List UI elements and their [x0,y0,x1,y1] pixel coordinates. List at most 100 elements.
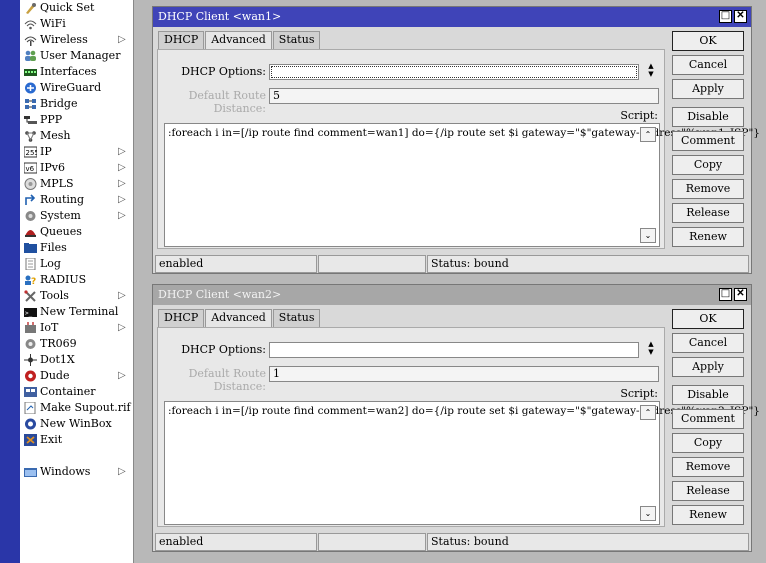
menu-item[interactable]: User Manager [20,48,133,64]
scroll-up-icon[interactable]: ⌃ [640,127,656,142]
ok-button[interactable]: OK [672,31,744,51]
script-textarea[interactable]: :foreach i in=[/ip route find comment=wa… [164,401,760,525]
menu-item[interactable]: PPP [20,112,133,128]
cancel-button[interactable]: Cancel [672,333,744,353]
dhcp-client-window: DHCP Client <wan1> □ ✕ DHCP Advanced Status DH… [152,6,760,274]
svg-text:255: 255 [26,149,38,157]
tab-status[interactable]: Status [272,31,321,49]
menu-item[interactable]: Wireless ▷ [20,32,133,48]
menu-item-label: MPLS [40,177,74,190]
scroll-up-icon[interactable]: ⌃ [640,405,656,420]
menu-item-label: Windows [40,465,91,478]
menu-item[interactable]: Windows ▷ [20,464,133,480]
menu-item-label: System [40,209,81,222]
release-button[interactable]: Release [672,203,744,223]
menu-item[interactable]: >_ New Terminal [20,304,133,320]
menu-item[interactable]: Dude ▷ [20,368,133,384]
menu-item[interactable]: Files [20,240,133,256]
apply-button[interactable]: Apply [672,79,744,99]
menu-item[interactable]: Bridge [20,96,133,112]
renew-button[interactable]: Renew [672,505,744,525]
menu-item[interactable]: New WinBox [20,416,133,432]
updown-icon[interactable]: ▲ ▼ [645,340,657,358]
menu-item[interactable]: WireGuard [20,80,133,96]
disable-button[interactable]: Disable [672,385,744,405]
submenu-arrow-icon: ▷ [118,466,126,477]
menu-item[interactable]: Routing ▷ [20,192,133,208]
close-icon[interactable]: ✕ [734,10,747,23]
dot1x-icon [24,354,37,366]
menu-item[interactable]: Exit [20,432,133,448]
comment-button[interactable]: Comment [672,409,744,429]
window-titlebar[interactable]: DHCP Client <wan1> □ ✕ [153,7,751,27]
tab-status[interactable]: Status [272,309,321,327]
wifi-icon [24,18,37,30]
menu-item[interactable]: Log [20,256,133,272]
cancel-button[interactable]: Cancel [672,55,744,75]
ok-button[interactable]: OK [672,309,744,329]
tab-advanced[interactable]: Advanced [205,31,272,49]
supout-icon [24,401,37,415]
menu-item[interactable]: Container [20,384,133,400]
dhcp-options-field[interactable] [269,342,639,358]
scroll-down-icon[interactable]: ⌄ [640,228,656,243]
system-icon [24,210,37,222]
tab-bar: DHCP Advanced Status [158,309,321,327]
script-textarea[interactable]: :foreach i in=[/ip route find comment=wa… [164,123,760,247]
updown-icon[interactable]: ▲ ▼ [645,62,657,80]
window-title: DHCP Client <wan2> [158,288,282,301]
menu-item[interactable]: v6 IPv6 ▷ [20,160,133,176]
remove-button[interactable]: Remove [672,457,744,477]
comment-button[interactable]: Comment [672,131,744,151]
menu-item-label: User Manager [40,49,121,62]
default-route-distance-field[interactable]: 5 [269,88,659,104]
menu-item[interactable]: Tools ▷ [20,288,133,304]
menu-item-label: Wireless [40,33,88,46]
scroll-down-icon[interactable]: ⌄ [640,506,656,521]
menu-item[interactable]: IoT ▷ [20,320,133,336]
menu-item-label: Tools [40,289,69,302]
tab-advanced[interactable]: Advanced [205,309,272,327]
maximize-icon[interactable]: □ [719,10,732,23]
menu-item[interactable]: TR069 [20,336,133,352]
menu-item-label: New WinBox [40,417,112,430]
close-icon[interactable]: ✕ [734,288,747,301]
remove-button[interactable]: Remove [672,179,744,199]
menu-item-label: Queues [40,225,82,238]
maximize-icon[interactable]: □ [719,288,732,301]
script-label: Script: [620,387,658,400]
menu-item-label: Log [40,257,61,270]
menu-item[interactable]: Queues [20,224,133,240]
copy-button[interactable]: Copy [672,433,744,453]
tab-dhcp[interactable]: DHCP [158,309,205,327]
window-titlebar[interactable]: DHCP Client <wan2> □ ✕ [153,285,751,305]
menu-item[interactable]: WiFi [20,16,133,32]
submenu-arrow-icon: ▷ [118,370,126,381]
dhcp-client-window: DHCP Client <wan2> □ ✕ DHCP Advanced Status DH… [152,284,760,552]
dhcp-options-label: DHCP Options: [181,65,266,78]
menu-item[interactable]: Make Supout.rif [20,400,133,416]
menu-item[interactable]: Interfaces [20,64,133,80]
default-route-distance-field[interactable]: 1 [269,366,659,382]
copy-button[interactable]: Copy [672,155,744,175]
menu-item[interactable]: Quick Set [20,0,133,16]
tab-dhcp[interactable]: DHCP [158,31,205,49]
dhcp-options-field[interactable] [269,64,639,80]
wireguard-icon [24,82,37,94]
menu-item[interactable]: System ▷ [20,208,133,224]
release-button[interactable]: Release [672,481,744,501]
menu-item[interactable]: Mesh [20,128,133,144]
disable-button[interactable]: Disable [672,107,744,127]
windows-icon [24,466,37,478]
menu-item[interactable]: 255 IP ▷ [20,144,133,160]
sidebar-strip [0,0,20,563]
iot-icon [24,322,37,334]
ipv6-icon: v6 [23,162,38,174]
status-middle [318,255,426,273]
menu-item[interactable]: MPLS ▷ [20,176,133,192]
renew-button[interactable]: Renew [672,227,744,247]
apply-button[interactable]: Apply [672,357,744,377]
menu-item-label: PPP [40,113,63,126]
menu-item[interactable]: ? RADIUS [20,272,133,288]
menu-item[interactable]: Dot1X [20,352,133,368]
